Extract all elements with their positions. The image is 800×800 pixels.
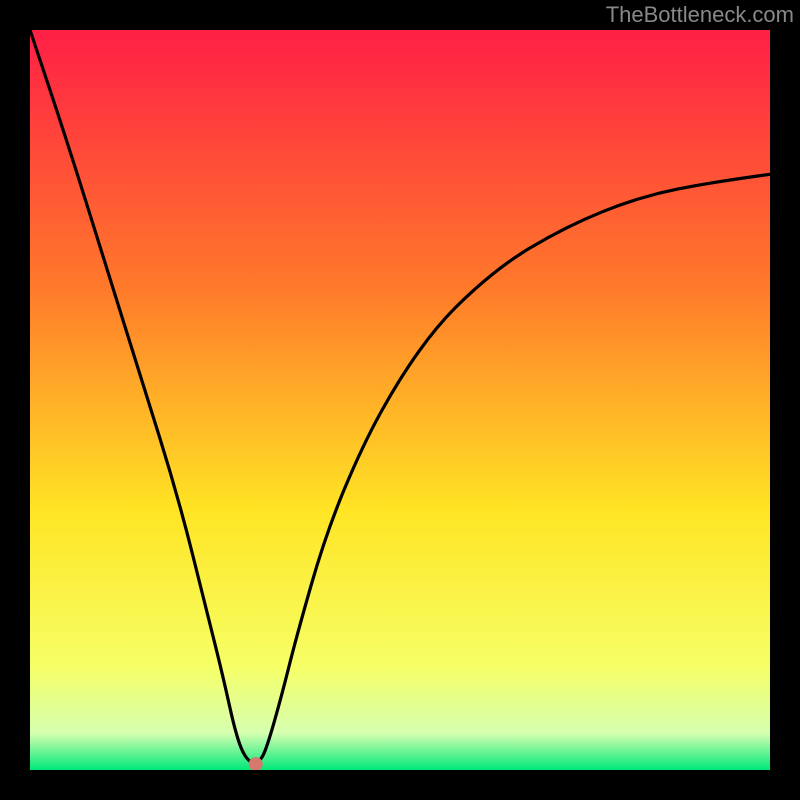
figure-frame: TheBottleneck.com bbox=[0, 0, 800, 800]
gradient-background bbox=[30, 30, 770, 770]
bottleneck-chart bbox=[30, 30, 770, 770]
chart-svg bbox=[30, 30, 770, 770]
watermark-text: TheBottleneck.com bbox=[606, 2, 794, 28]
